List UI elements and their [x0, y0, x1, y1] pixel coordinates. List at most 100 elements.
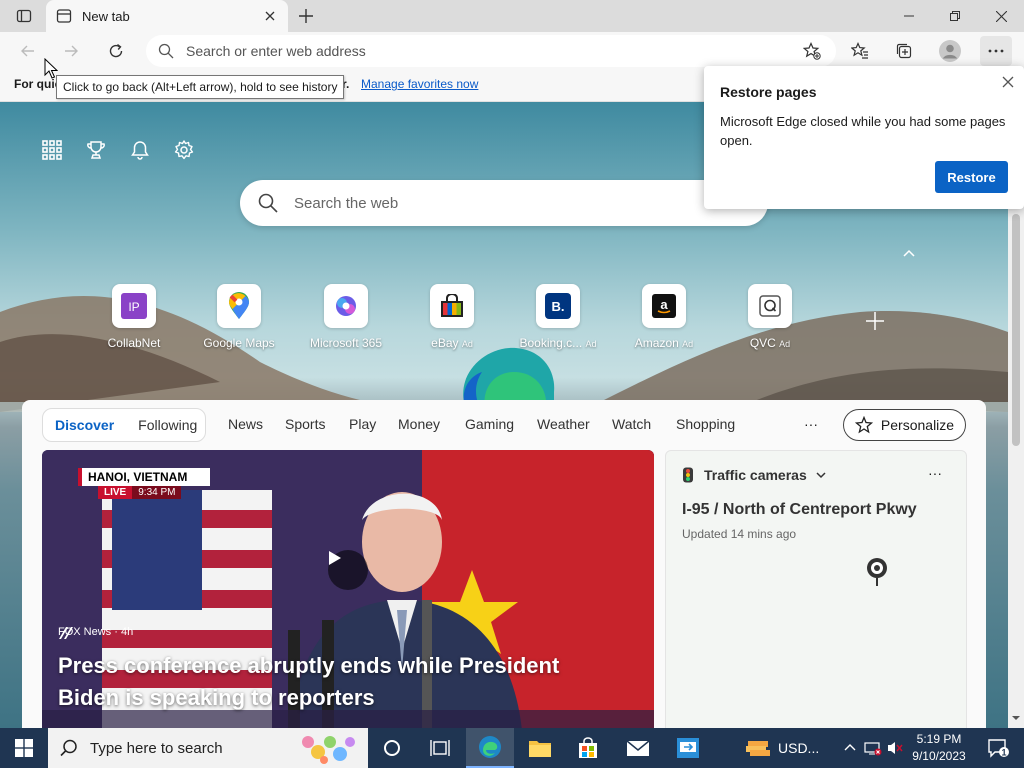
address-input[interactable]: Search or enter web address [186, 43, 366, 59]
back-button[interactable] [12, 36, 44, 66]
close-window-button[interactable] [978, 0, 1024, 32]
quick-link-collabnet[interactable]: IP CollabNet [86, 284, 182, 350]
app-grid-icon [42, 140, 62, 160]
search-highlight-flowers-icon [302, 736, 355, 764]
feed-mode-switch: Discover Following [42, 408, 206, 442]
hero-news-card[interactable]: HANOI, VIETNAM LIVE 9:34 PM FOX News · 4… [42, 450, 654, 728]
new-tab-icon [56, 9, 72, 23]
address-bar[interactable]: Search or enter web address [146, 35, 836, 67]
news-headline[interactable]: Press conference abruptly ends while Pre… [58, 650, 618, 714]
scrollbar-thumb[interactable] [1012, 214, 1020, 446]
manage-favorites-link[interactable]: Manage favorites now [361, 77, 478, 91]
taskbar-store[interactable] [564, 728, 612, 768]
taskbar-clock[interactable]: 5:19 PM 9/10/2023 [906, 731, 972, 765]
qvc-icon [759, 295, 781, 317]
collapse-chevron-icon[interactable] [898, 246, 920, 260]
microsoft-365-icon [336, 296, 356, 316]
money-stack-icon [746, 741, 770, 756]
ad-badge: Ad [779, 339, 791, 349]
mouse-cursor-icon [44, 58, 58, 79]
notifications-button[interactable] [128, 138, 152, 162]
ad-badge: Ad [585, 339, 597, 349]
web-search-input[interactable]: Search the web [294, 195, 398, 212]
chevron-up-icon[interactable] [842, 740, 858, 756]
quick-link-label: Microsoft 365 [309, 336, 383, 350]
taskbar-mail[interactable] [614, 728, 662, 768]
new-tab-button[interactable] [292, 4, 320, 28]
tab-actions-button[interactable] [8, 4, 40, 28]
tab-shopping[interactable]: Shopping [676, 416, 735, 432]
play-video-button[interactable] [328, 550, 368, 590]
task-view-button[interactable] [416, 728, 464, 768]
favorites-button[interactable] [844, 36, 876, 66]
tab-news[interactable]: News [228, 416, 263, 432]
quick-link-amazon[interactable]: a Amazon Ad [616, 284, 712, 350]
clock-time: 5:19 PM [916, 732, 962, 746]
restore-pages-dialog: Restore pages Microsoft Edge closed whil… [704, 66, 1024, 209]
collabnet-tile: IP [112, 284, 156, 328]
tab-following[interactable]: Following [138, 417, 197, 433]
tab-play[interactable]: Play [349, 416, 376, 432]
personalize-label: Personalize [880, 417, 955, 433]
page-settings-button[interactable] [172, 138, 196, 162]
taskbar-app[interactable] [664, 728, 712, 768]
web-search-box[interactable]: Search the web [240, 180, 768, 226]
edge-icon [479, 736, 501, 758]
quick-link-google-maps[interactable]: Google Maps [191, 284, 287, 350]
taskbar: Type here to search USD... 5:19 PM 9/10/… [0, 728, 1024, 768]
quick-link-microsoft-365[interactable]: Microsoft 365 [298, 284, 394, 350]
settings-and-more-button[interactable] [980, 36, 1012, 66]
restore-dialog-title: Restore pages [720, 84, 817, 100]
restore-button[interactable]: Restore [935, 161, 1008, 193]
tab-weather[interactable]: Weather [537, 416, 590, 432]
traffic-cameras-card[interactable]: Traffic cameras ··· I-95 / North of Cent… [665, 450, 967, 728]
volume-muted-icon[interactable] [886, 740, 904, 756]
collections-button[interactable] [888, 36, 920, 66]
scroll-down-arrow-icon[interactable] [1012, 714, 1020, 722]
tab-money[interactable]: Money [398, 416, 440, 432]
action-center-button[interactable]: 1 [978, 728, 1018, 768]
task-view-icon [430, 740, 450, 756]
taskbar-search-box[interactable]: Type here to search [48, 728, 368, 768]
back-button-tooltip: Click to go back (Alt+Left arrow), hold … [56, 75, 345, 99]
start-button[interactable] [0, 728, 48, 768]
taskbar-search-input[interactable]: Type here to search [90, 740, 223, 757]
live-label: LIVE [98, 486, 133, 499]
profile-button[interactable] [934, 36, 966, 66]
network-disconnected-icon[interactable] [864, 740, 882, 756]
refresh-button[interactable] [100, 36, 132, 66]
tab-gaming[interactable]: Gaming [465, 416, 514, 432]
close-icon[interactable] [1000, 74, 1016, 90]
personalize-button[interactable]: Personalize [843, 409, 966, 441]
booking-tile: B. [536, 284, 580, 328]
rewards-button[interactable] [84, 138, 108, 162]
minimize-button[interactable] [886, 0, 932, 32]
quick-link-ebay[interactable]: eBay Ad [404, 284, 500, 350]
forward-button[interactable] [55, 36, 87, 66]
folder-icon [529, 741, 551, 757]
quick-link-qvc[interactable]: QVC Ad [722, 284, 818, 350]
add-quick-link-icon[interactable] [864, 310, 886, 332]
cortana-ring-icon [384, 740, 400, 756]
traffic-card-more-button[interactable]: ··· [928, 465, 942, 481]
tab-discover[interactable]: Discover [55, 417, 114, 433]
more-tabs-button[interactable]: ··· [804, 416, 818, 432]
browser-tab[interactable]: New tab [46, 0, 288, 32]
taskbar-edge[interactable] [466, 728, 514, 768]
apps-launcher-button[interactable] [40, 138, 64, 162]
svg-text:IP: IP [128, 300, 139, 314]
google-maps-tile [217, 284, 261, 328]
traffic-card-header[interactable]: Traffic cameras [682, 467, 827, 483]
amazon-tile: a [642, 284, 686, 328]
cortana-button[interactable] [368, 728, 416, 768]
add-favorite-button[interactable] [796, 36, 828, 66]
windows-logo-icon [15, 739, 33, 757]
tab-sports[interactable]: Sports [285, 416, 325, 432]
taskbar-currency-widget[interactable]: USD... [746, 728, 819, 768]
tab-watch[interactable]: Watch [612, 416, 651, 432]
camera-pin-icon[interactable] [866, 557, 888, 587]
restore-window-button[interactable] [932, 0, 978, 32]
close-tab-icon[interactable] [262, 8, 278, 24]
taskbar-file-explorer[interactable] [516, 728, 564, 768]
quick-link-booking[interactable]: B. Booking.c... Ad [510, 284, 606, 350]
